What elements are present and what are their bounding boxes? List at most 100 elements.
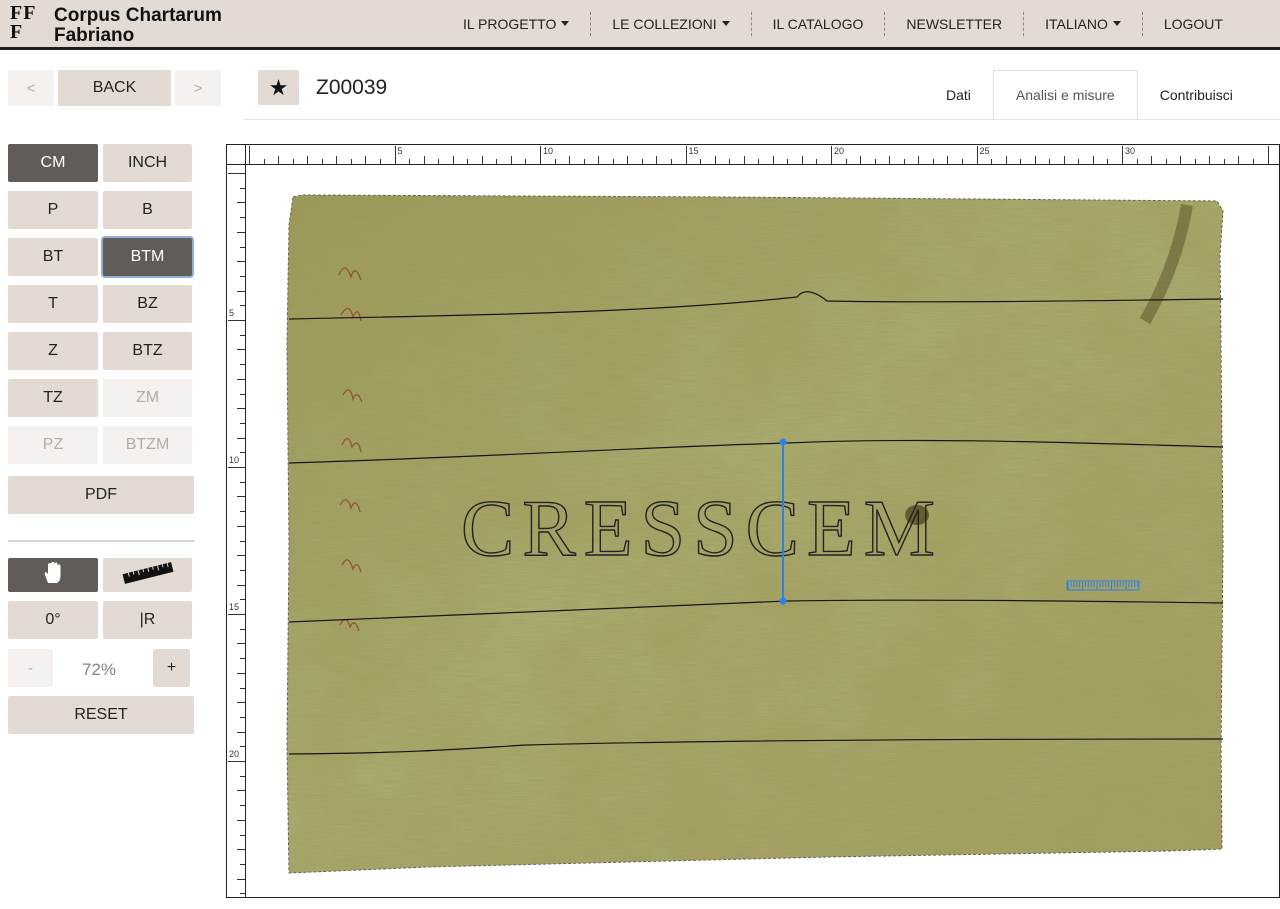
layer-t-button[interactable]: T xyxy=(8,285,98,323)
caret-down-icon xyxy=(561,21,570,26)
ruler-tick xyxy=(1092,156,1094,164)
ruler-tick xyxy=(1151,156,1153,164)
measure-tool-button[interactable] xyxy=(103,558,192,592)
ruler-tick xyxy=(237,496,245,498)
ruler-tick xyxy=(237,202,245,204)
ruler-tick xyxy=(240,422,245,424)
next-record-button[interactable]: > xyxy=(175,70,221,106)
rotation-button[interactable]: 0° xyxy=(8,601,98,639)
ruler-tick xyxy=(240,217,245,219)
ruler-tick xyxy=(240,893,245,895)
layer-tz-button[interactable]: TZ xyxy=(8,379,98,417)
ruler-tick xyxy=(1136,159,1138,164)
mirror-button[interactable]: |R xyxy=(103,601,192,639)
ruler-tick xyxy=(729,159,731,164)
ruler-tick xyxy=(237,261,245,263)
ruler-tick xyxy=(228,320,245,321)
ruler-tick xyxy=(1194,159,1196,164)
layer-btz-button[interactable]: BTZ xyxy=(103,332,192,370)
ruler-tick xyxy=(467,159,469,164)
ruler-tick xyxy=(860,156,862,164)
ruler-tick xyxy=(237,849,245,851)
ruler-tick xyxy=(240,187,245,189)
ruler-tick xyxy=(228,614,245,615)
ruler-tick xyxy=(237,878,245,880)
ruler-tick xyxy=(947,156,949,164)
ruler-tick xyxy=(1078,159,1080,164)
nav-newsletter[interactable]: NEWSLETTER xyxy=(885,11,1025,36)
caret-down-icon xyxy=(721,21,730,26)
ruler-tick xyxy=(237,378,245,380)
ruler-tick xyxy=(237,790,245,792)
nav-label: NEWSLETTER xyxy=(906,15,1003,32)
nav-label: ITALIANO xyxy=(1045,15,1108,32)
nav-il-progetto[interactable]: IL PROGETTO xyxy=(442,11,592,36)
ruler-tick xyxy=(525,159,527,164)
ruler-tick xyxy=(237,349,245,351)
unit-inch-button[interactable]: INCH xyxy=(103,144,192,182)
tab-dati[interactable]: Dati xyxy=(924,70,993,119)
layer-zm-button[interactable]: ZM xyxy=(103,379,192,417)
tab-contribuisci[interactable]: Contribuisci xyxy=(1138,70,1255,119)
ruler-tick xyxy=(627,156,629,164)
ruler-tick xyxy=(240,687,245,689)
layer-btzm-button[interactable]: BTZM xyxy=(103,426,192,464)
brand-line-1: Corpus Chartarum xyxy=(54,5,222,26)
ruler-label: 25 xyxy=(979,146,990,156)
ruler-tick xyxy=(240,481,245,483)
paper-image[interactable]: CRESSCEM xyxy=(227,145,1280,898)
ruler-tick xyxy=(496,159,498,164)
watermark-text: CRESSCEM xyxy=(461,485,943,573)
top-navbar: FF F Corpus Chartarum Fabriano IL PROGET… xyxy=(0,0,1280,50)
ruler-tick xyxy=(240,334,245,336)
watermark-viewer[interactable]: CRESSCEM 5 10 15 20 25 30 5 10 15 20 xyxy=(226,144,1280,898)
ruler-tick xyxy=(365,156,367,164)
layer-bt-button[interactable]: BT xyxy=(8,238,98,276)
ruler-tick xyxy=(237,290,245,292)
nav-language[interactable]: ITALIANO xyxy=(1024,11,1143,36)
ruler-label: 20 xyxy=(834,146,845,156)
ruler-tick xyxy=(1034,156,1036,164)
ruler-tick xyxy=(1238,156,1240,164)
logo-mark-text: FF F xyxy=(10,2,37,43)
ruler-tick xyxy=(237,231,245,233)
ruler-tick xyxy=(1165,159,1167,164)
nav-logout[interactable]: LOGOUT xyxy=(1143,12,1244,36)
brand-name[interactable]: Corpus Chartarum Fabriano xyxy=(54,6,222,46)
ruler-tick xyxy=(237,819,245,821)
back-button[interactable]: BACK xyxy=(58,70,171,106)
logo[interactable]: FF F xyxy=(10,2,37,43)
nav-il-catalogo[interactable]: IL CATALOGO xyxy=(752,11,886,36)
tab-bar: Dati Analisi e misure Contribuisci xyxy=(924,70,1255,119)
layer-b-button[interactable]: B xyxy=(103,191,192,229)
layer-pz-button[interactable]: PZ xyxy=(8,426,98,464)
ruler-tick xyxy=(307,156,309,164)
prev-record-button[interactable]: < xyxy=(8,70,54,106)
zoom-in-button[interactable]: + xyxy=(153,649,190,687)
pdf-button[interactable]: PDF xyxy=(8,476,194,514)
tab-analisi-e-misure[interactable]: Analisi e misure xyxy=(992,70,1138,119)
layer-z-button[interactable]: Z xyxy=(8,332,98,370)
ruler-tick xyxy=(743,156,745,164)
ruler-icon xyxy=(121,562,175,588)
unit-cm-button[interactable]: CM xyxy=(8,144,98,182)
reset-button[interactable]: RESET xyxy=(8,696,194,734)
favorite-star-icon[interactable]: ★ xyxy=(258,70,299,105)
ruler-tick xyxy=(1209,156,1211,164)
ruler-label: 5 xyxy=(229,308,235,318)
ruler-tick xyxy=(831,146,832,164)
ruler-tick xyxy=(452,156,454,164)
nav-le-collezioni[interactable]: LE COLLEZIONI xyxy=(591,11,752,36)
ruler-tick xyxy=(237,525,245,527)
ruler-tick xyxy=(1005,156,1007,164)
pan-tool-button[interactable] xyxy=(8,558,98,592)
zoom-out-button[interactable]: - xyxy=(8,649,53,687)
layer-p-button[interactable]: P xyxy=(8,191,98,229)
caret-down-icon xyxy=(1112,21,1121,26)
ruler-tick xyxy=(1223,159,1225,164)
ruler-tick xyxy=(240,775,245,777)
vertical-ruler: 5 10 15 20 xyxy=(227,165,246,897)
layer-bz-button[interactable]: BZ xyxy=(103,285,192,323)
layer-btm-button[interactable]: BTM xyxy=(103,238,192,276)
ruler-tick xyxy=(263,159,265,164)
